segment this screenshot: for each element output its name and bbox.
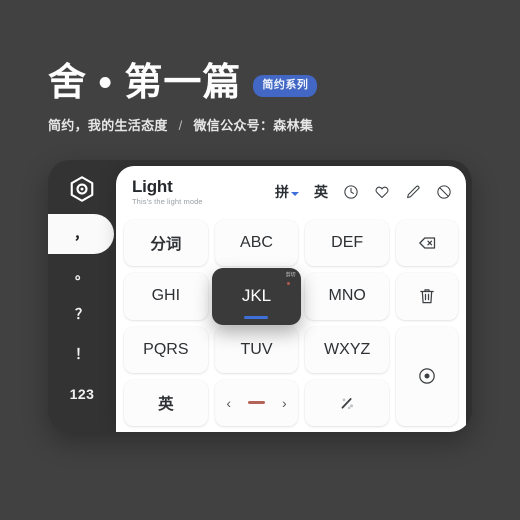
english-toggle[interactable]: 英	[314, 182, 328, 202]
magic-wand-icon	[341, 397, 354, 409]
favorites-button[interactable]	[374, 184, 390, 200]
english-key[interactable]: 英	[124, 379, 208, 426]
mno-key[interactable]: MNO	[305, 273, 389, 320]
segment-key[interactable]: 分词	[124, 220, 208, 267]
block-button[interactable]	[436, 184, 452, 200]
subtitle-left: 简约，我的生活态度	[48, 118, 168, 133]
edit-button[interactable]	[405, 184, 421, 200]
pqrs-key[interactable]: PQRS	[124, 326, 208, 373]
keyboard-header: Light This's the light mode 拼 英	[116, 166, 466, 218]
jkl-key-indicator	[244, 315, 269, 319]
comma-key[interactable]: ，	[48, 214, 114, 254]
keyboard-card: ， 。 ？ ！ 123 Light This's the light mode …	[48, 160, 472, 432]
pencil-icon	[407, 185, 420, 199]
tuv-key[interactable]: TUV	[214, 326, 299, 373]
app-logo[interactable]	[48, 160, 116, 218]
space-nav-key[interactable]: ‹ ›	[214, 379, 299, 426]
pinyin-label: 拼	[275, 184, 289, 200]
next-chevron-icon[interactable]: ›	[282, 395, 287, 411]
chevron-down-icon	[291, 191, 299, 196]
numbers-key[interactable]: 123	[48, 374, 116, 414]
keyboard-panel: Light This's the light mode 拼 英 分词 ABC D…	[116, 166, 466, 432]
no-entry-icon	[437, 185, 451, 199]
subtitle-separator: /	[178, 118, 183, 133]
subtitle-right: 微信公众号：森林集	[193, 118, 314, 133]
abc-key[interactable]: ABC	[214, 220, 299, 267]
clear-key[interactable]	[395, 273, 458, 320]
english-label: 英	[314, 184, 328, 200]
page-header: 舍 • 第一篇 简约系列 简约，我的生活态度 / 微信公众号：森林集	[48, 64, 468, 134]
space-dash-icon	[247, 401, 265, 405]
period-key[interactable]: 。	[48, 254, 116, 294]
wxyz-key[interactable]: WXYZ	[305, 326, 389, 373]
enter-key[interactable]	[395, 326, 458, 426]
heart-icon	[375, 186, 389, 198]
mode-info: Light This's the light mode	[132, 176, 203, 207]
exclaim-key[interactable]: ！	[48, 334, 116, 374]
prev-chevron-icon[interactable]: ‹	[226, 395, 231, 411]
trash-icon	[420, 289, 434, 304]
jkl-key-label: JKL	[241, 286, 272, 306]
title-row: 舍 • 第一篇 简约系列	[48, 64, 468, 102]
hexagon-dot-icon	[70, 176, 94, 202]
target-circle-icon	[419, 368, 435, 385]
jkl-key[interactable]: JKL 剪切	[211, 268, 302, 325]
punctuation-rail: ， 。 ？ ！ 123	[48, 212, 116, 432]
backspace-key[interactable]	[395, 220, 458, 267]
page-title: 舍 • 第一篇	[48, 62, 242, 104]
pinyin-toggle[interactable]: 拼	[275, 182, 299, 202]
screenshot-root: 舍 • 第一篇 简约系列 简约，我的生活态度 / 微信公众号：森林集 ， 。 ？…	[0, 0, 520, 520]
clock-icon	[344, 185, 358, 199]
series-badge: 简约系列	[253, 75, 318, 97]
mode-name: Light	[132, 176, 173, 196]
recent-button[interactable]	[343, 184, 359, 200]
def-key[interactable]: DEF	[305, 220, 389, 267]
question-key[interactable]: ？	[48, 294, 116, 334]
jkl-key-badge: 剪切	[285, 272, 296, 279]
header-tools: 拼 英	[275, 182, 452, 202]
mode-subtitle: This's the light mode	[132, 197, 203, 207]
backspace-icon	[419, 237, 436, 249]
jkl-key-dot	[287, 282, 291, 286]
nav-inner: ‹ ›	[226, 395, 286, 411]
ghi-key[interactable]: GHI	[124, 273, 208, 320]
page-subtitle: 简约，我的生活态度 / 微信公众号：森林集	[48, 115, 468, 134]
magic-key[interactable]	[305, 379, 389, 426]
